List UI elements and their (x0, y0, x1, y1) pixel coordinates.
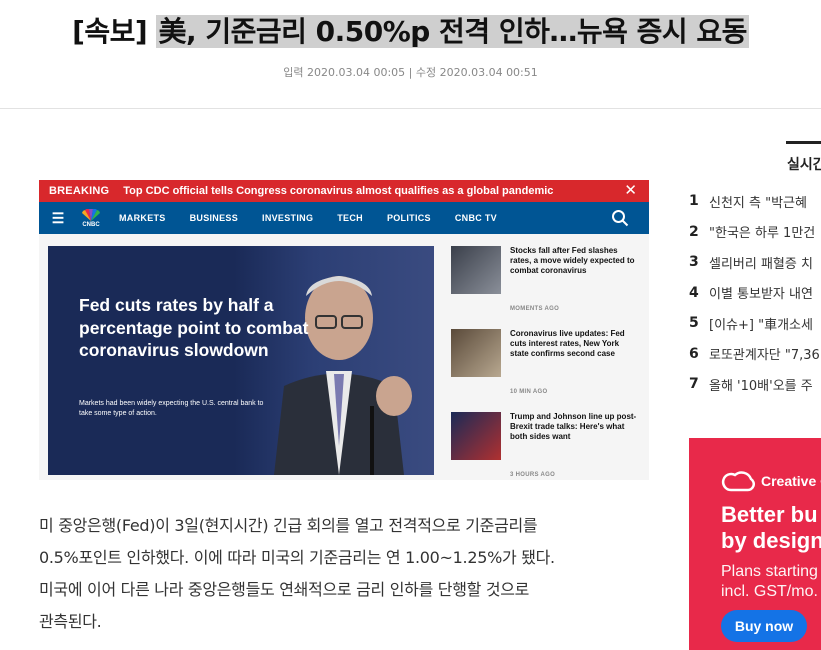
ad-price-line: incl. GST/mo. (721, 583, 818, 600)
speaker-photo (274, 276, 412, 475)
cnbc-navbar: ☰ CNBC MARKETS BUSINESS INVESTING TECH P… (39, 202, 649, 234)
hero-title: Fed cuts rates by half a percentage poin… (79, 295, 309, 360)
ad-headline-line: Better bu (721, 502, 818, 527)
headline-container: [속보] 美, 기준금리 0.50%p 전격 인하…뉴욕 증시 요동 (0, 10, 821, 54)
cnbc-logo-text: CNBC (82, 221, 100, 228)
nav-investing: INVESTING (262, 213, 314, 223)
rank-number: 7 (689, 376, 699, 393)
adobe-ad-banner[interactable]: Creative Cloud Better bu by design Plans… (689, 438, 821, 650)
rank-title[interactable]: 신천지 측 "박근혜 (709, 192, 807, 211)
ranking-item[interactable]: 1 신천지 측 "박근혜 (689, 186, 821, 217)
side-story-time: 10 MIN AGO (510, 389, 548, 395)
tab-realtime[interactable]: 실시간 (786, 141, 821, 177)
body-line: 0.5%포인트 인하했다. 이에 따라 미국의 기준금리는 연 1.00~1.2… (39, 548, 555, 567)
ranking-item[interactable]: 4 이별 통보받자 내연 (689, 278, 821, 309)
side-story: Coronavirus live updates: Fed cuts inter… (451, 329, 641, 399)
rank-number: 4 (689, 284, 699, 301)
ranking-item[interactable]: 5 [이슈+] "車개소세 (689, 308, 821, 339)
rank-number: 5 (689, 315, 699, 332)
cnbc-screenshot-image: BREAKING Top CDC official tells Congress… (39, 180, 649, 480)
close-icon: ✕ (624, 182, 637, 199)
body-line: 관측된다. (39, 612, 102, 631)
ranking-item[interactable]: 7 올해 '10배'오를 주 (689, 369, 821, 400)
nav-markets: MARKETS (119, 213, 166, 223)
story-thumbnail (451, 329, 501, 377)
article-body: 미 중앙은행(Fed)이 3일(현지시간) 긴급 회의를 열고 전격적으로 기준… (39, 510, 639, 638)
ad-brand-name: Creative Cloud (761, 473, 821, 489)
header-divider (0, 108, 821, 109)
ranking-item[interactable]: 6 로또관계자단 "7,36 (689, 339, 821, 370)
side-story-time: 3 HOURS AGO (510, 472, 556, 478)
rank-title[interactable]: [이슈+] "車개소세 (709, 314, 813, 333)
body-line: 미 중앙은행(Fed)이 3일(현지시간) 긴급 회의를 열고 전격적으로 기준… (39, 516, 538, 535)
ranking-item[interactable]: 2 "한국은 하루 1만건 (689, 217, 821, 248)
rank-number: 3 (689, 254, 699, 271)
breaking-tag: BREAKING (49, 185, 110, 197)
side-story-title: Coronavirus live updates: Fed cuts inter… (510, 329, 625, 358)
rank-number: 6 (689, 345, 699, 362)
rank-title[interactable]: 로또관계자단 "7,36 (709, 344, 820, 363)
nav-business: BUSINESS (189, 213, 239, 223)
nav-cnbc-tv: CNBC TV (454, 213, 497, 223)
story-thumbnail (451, 412, 501, 460)
ad-brand: Creative Cloud (721, 470, 821, 492)
hero-story: Fed cuts rates by half a percentage poin… (48, 246, 434, 475)
article-headline: [속보] 美, 기준금리 0.50%p 전격 인하…뉴욕 증시 요동 (72, 10, 749, 54)
nav-politics: POLITICS (386, 213, 431, 223)
ad-price-text: Plans starting incl. GST/mo. (721, 562, 818, 602)
rank-number: 1 (689, 193, 699, 210)
story-thumbnail (451, 246, 501, 294)
side-story-title: Stocks fall after Fed slashes rates, a m… (510, 246, 635, 275)
rank-number: 2 (689, 223, 699, 240)
side-story: Stocks fall after Fed slashes rates, a m… (451, 246, 641, 316)
breaking-bar: BREAKING Top CDC official tells Congress… (39, 180, 649, 202)
ad-headline: Better bu by design (721, 502, 821, 554)
search-icon (612, 210, 629, 227)
side-story-title: Trump and Johnson line up post-Brexit tr… (510, 412, 637, 441)
ranking-item[interactable]: 3 셀리버리 패혈증 치 (689, 247, 821, 278)
cnbc-content: Fed cuts rates by half a percentage poin… (39, 234, 649, 480)
rank-title[interactable]: 이별 통보받자 내연 (709, 283, 813, 302)
ad-headline-line: by design (721, 528, 821, 553)
side-story-time: MOMENTS AGO (510, 306, 560, 312)
hero-subtitle: Markets had been widely expecting the U.… (79, 400, 264, 417)
creative-cloud-icon (721, 471, 755, 492)
body-line: 미국에 이어 다른 나라 중앙은행들도 연쇄적으로 금리 인하를 단행할 것으로 (39, 580, 530, 599)
article-timestamp: 입력 2020.03.04 00:05 | 수정 2020.03.04 00:5… (283, 66, 538, 79)
headline-highlight[interactable]: 美, 기준금리 0.50%p 전격 인하…뉴욕 증시 요동 (156, 15, 749, 48)
peacock-icon (82, 208, 100, 221)
rank-title[interactable]: "한국은 하루 1만건 (709, 222, 815, 241)
side-story: Trump and Johnson line up post-Brexit tr… (451, 412, 641, 482)
rank-title[interactable]: 올해 '10배'오를 주 (709, 375, 813, 394)
hamburger-menu-icon: ☰ (51, 209, 65, 226)
cnbc-logo: CNBC (77, 208, 105, 228)
realtime-ranking-list: 1 신천지 측 "박근혜 2 "한국은 하루 1만건 3 셀리버리 패혈증 치 4 이별… (689, 186, 821, 400)
headline-prefix: [속보] (72, 15, 148, 48)
rank-title[interactable]: 셀리버리 패혈증 치 (709, 253, 813, 272)
buy-now-button[interactable]: Buy now (721, 610, 807, 642)
nav-tech: TECH (337, 213, 363, 223)
ad-price-line: Plans starting (721, 563, 818, 580)
breaking-text: Top CDC official tells Congress coronavi… (123, 185, 554, 197)
